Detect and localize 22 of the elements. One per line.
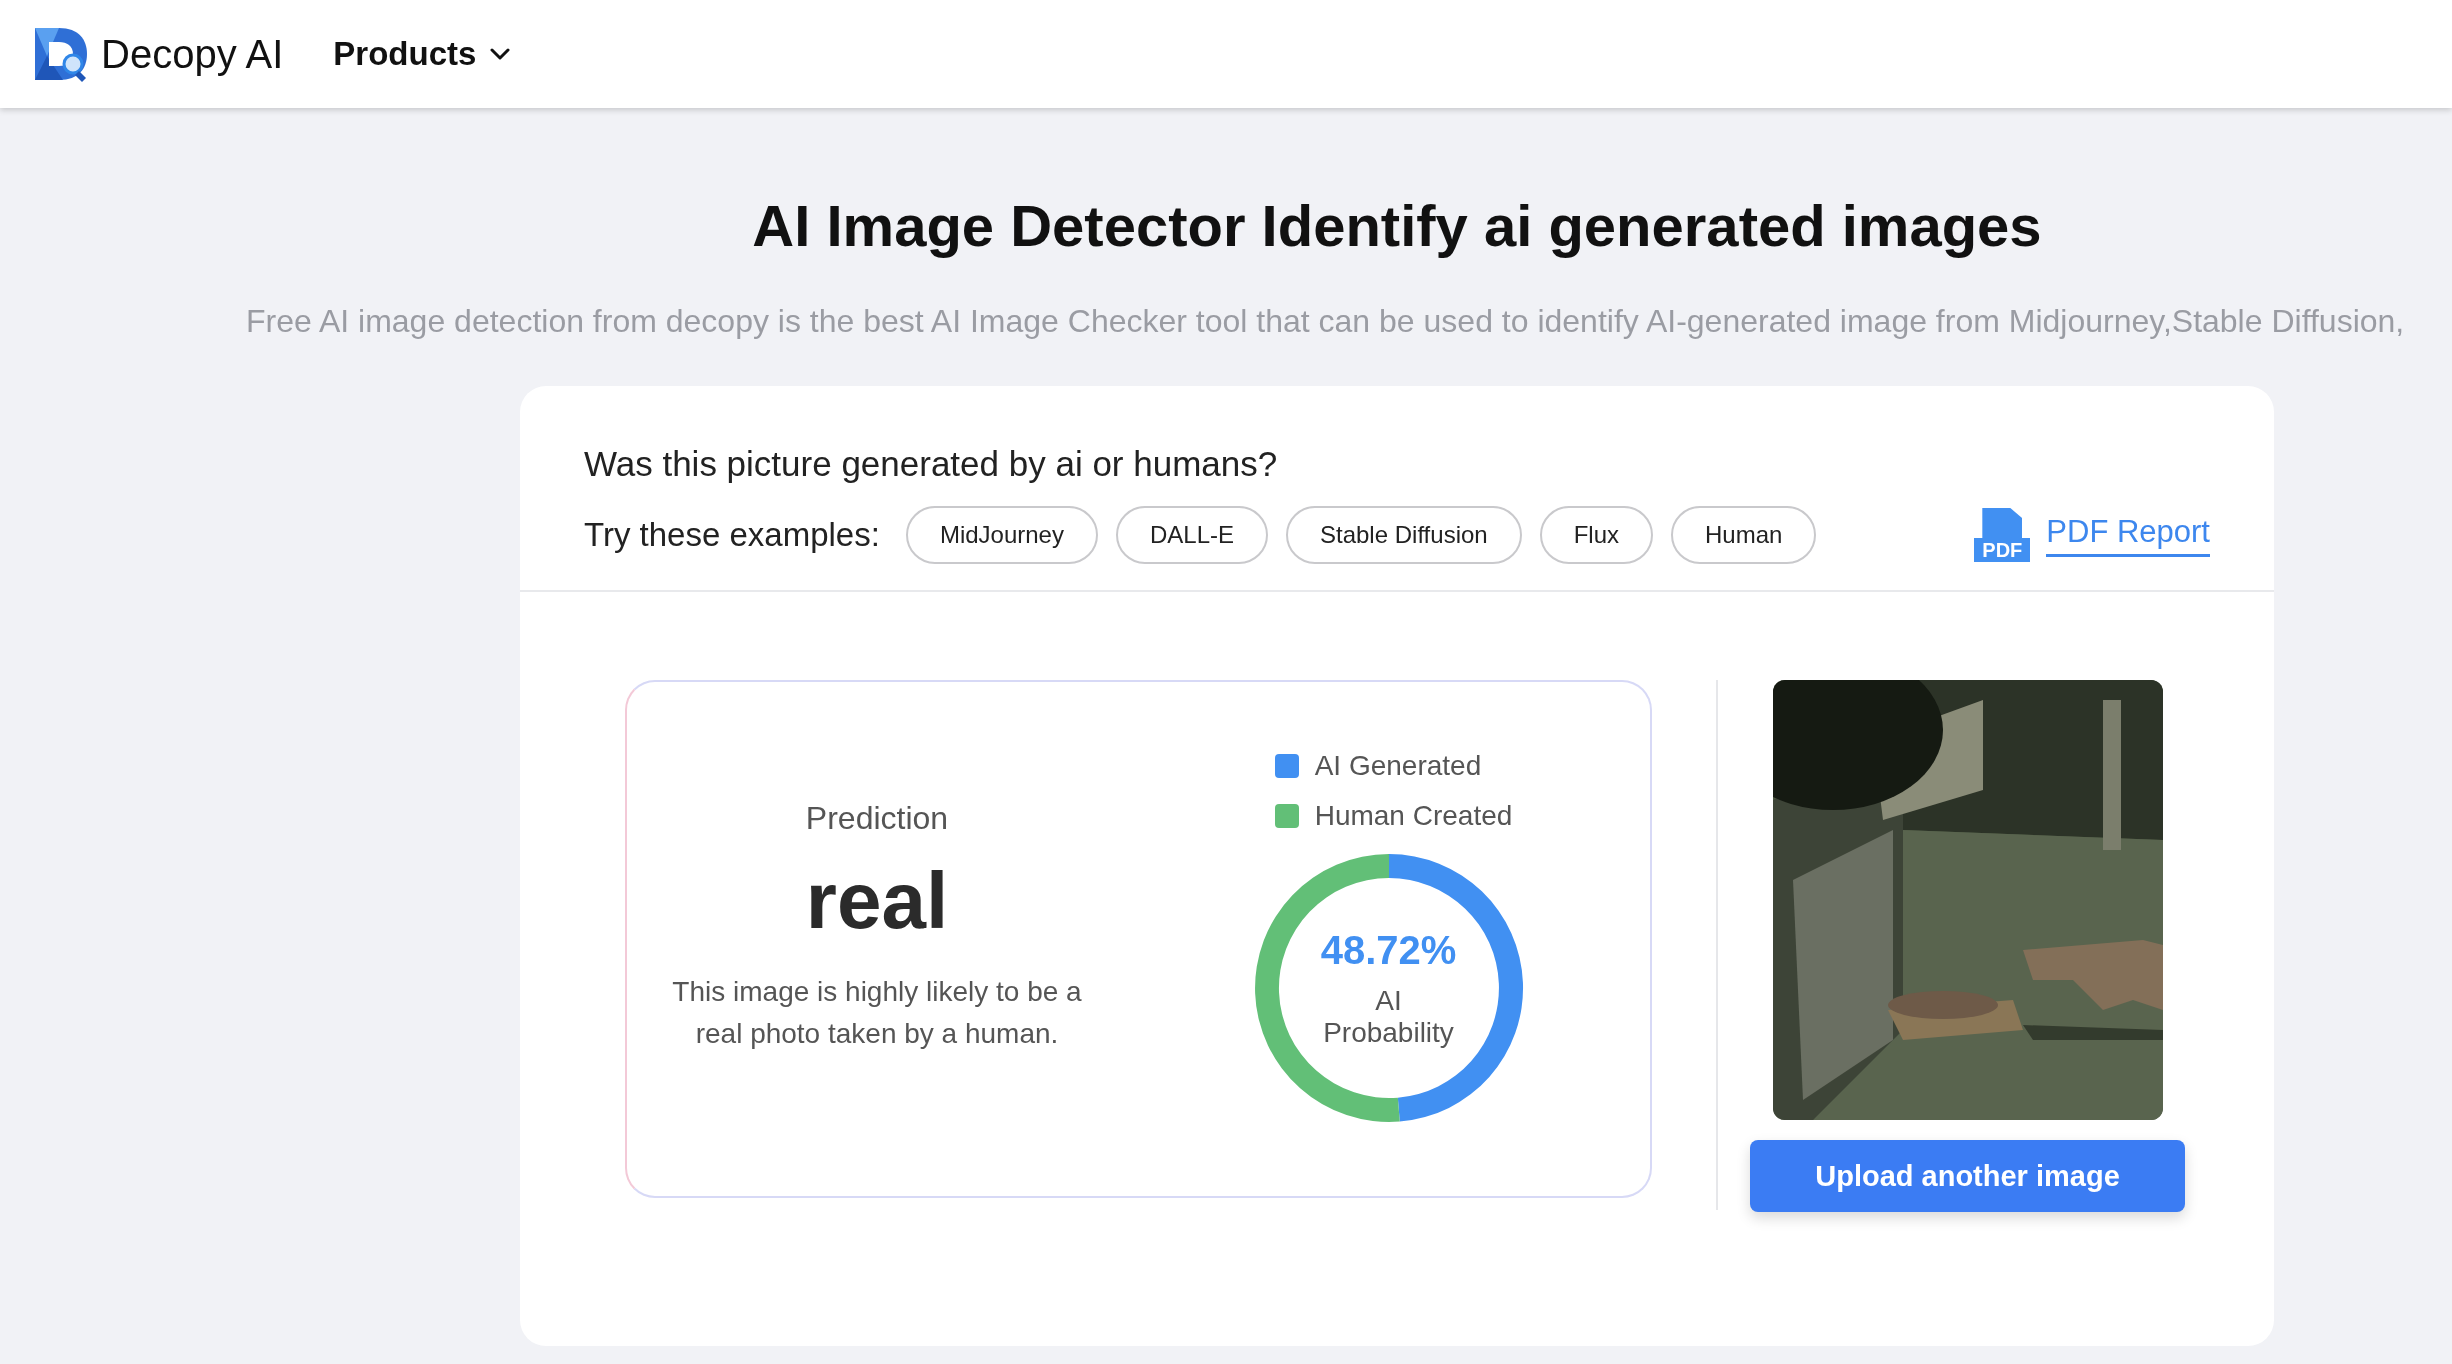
question-text: Was this picture generated by ai or humans?: [584, 444, 1279, 484]
examples-label: Try these examples:: [584, 516, 880, 554]
example-chip[interactable]: DALL-E: [1115, 506, 1268, 564]
prediction-explanation: This image is highly likely to be a real photo taken by a human.: [671, 975, 1083, 1051]
example-chip[interactable]: Flux: [1539, 506, 1653, 564]
example-chip[interactable]: Stable Diffusion: [1286, 506, 1522, 564]
upload-button[interactable]: Upload another image: [1750, 1140, 2185, 1212]
example-chip[interactable]: Human: [1671, 506, 1817, 564]
legend-swatch: [1274, 754, 1299, 778]
pdf-report-label[interactable]: PDF Report: [2046, 513, 2210, 557]
legend-label: Human Created: [1314, 800, 1513, 832]
legend-label: AI Generated: [1314, 750, 1482, 782]
prediction-heading: Prediction: [805, 800, 949, 837]
legend-swatch: [1274, 804, 1299, 828]
page-title: AI Image Detector Identify ai generated images: [752, 192, 2042, 259]
page-description: Free AI image detection from decopy is the best AI Image Checker tool that can be used to identify AI-generated image from Midjourney,Stable Diffusion,: [246, 303, 2405, 340]
brand-name[interactable]: Decopy AI: [101, 31, 284, 77]
example-chip[interactable]: MidJourney: [905, 506, 1098, 564]
ai-probability-value: 48.72%: [1320, 927, 1457, 973]
prediction-verdict: real: [805, 855, 949, 947]
products-menu[interactable]: Products: [333, 35, 511, 73]
ai-probability-label: AI Probability: [1322, 984, 1455, 1049]
